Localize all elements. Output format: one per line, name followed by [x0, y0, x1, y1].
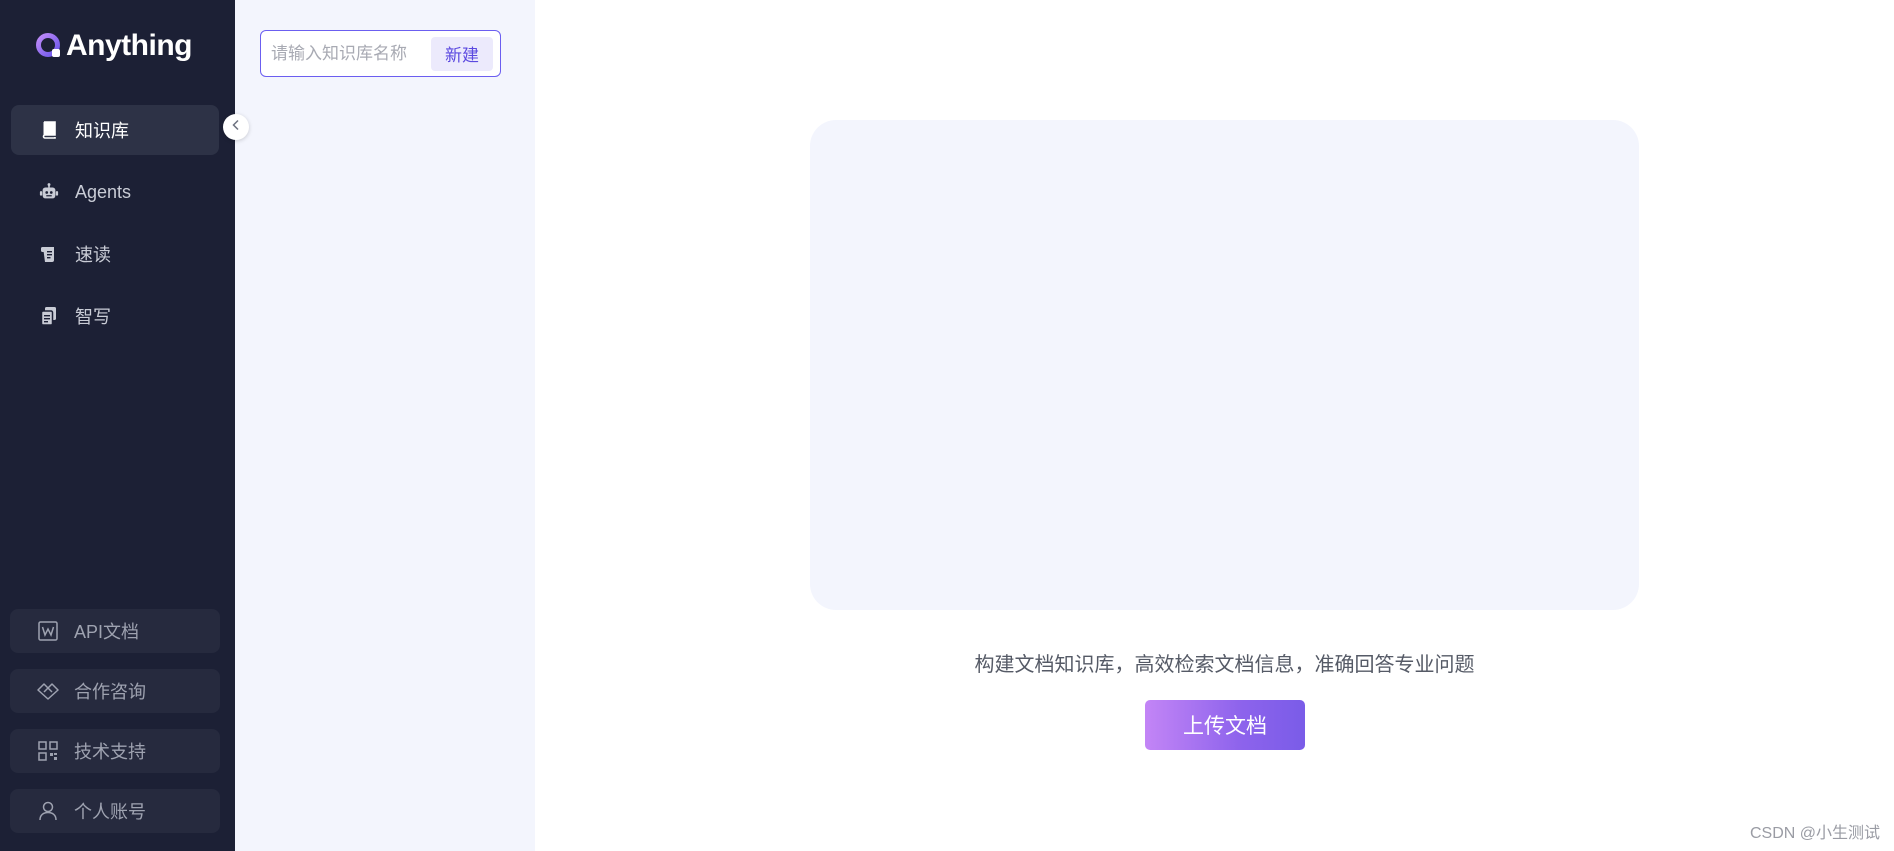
user-icon — [37, 800, 59, 822]
sidebar-item-label: 技术支持 — [74, 742, 146, 762]
knowledge-base-name-input[interactable] — [271, 43, 431, 64]
robot-icon — [39, 182, 59, 202]
collapse-sidebar-button[interactable] — [223, 114, 249, 140]
sidebar-item-label: 个人账号 — [74, 802, 146, 822]
sidebar-item-label: Agents — [75, 181, 132, 202]
sidebar-item-label: 速读 — [75, 245, 111, 265]
main-nav: 知识库 Agents 速读 智写 — [11, 105, 219, 353]
sidebar-item-label: 知识库 — [75, 121, 129, 141]
new-knowledge-base-button[interactable]: 新建 — [431, 36, 493, 71]
qrcode-icon — [37, 740, 59, 762]
sidebar-item-smart-write[interactable]: 智写 — [11, 291, 219, 341]
sidebar-item-label: API文档 — [74, 622, 140, 642]
chevron-left-icon — [231, 118, 241, 136]
handshake-icon — [37, 680, 59, 702]
sidebar-item-label: 智写 — [75, 307, 111, 327]
sidebar: Anything 知识库 Agents 速读 智写 API文档 合作咨询 技术支… — [0, 0, 235, 851]
watermark: CSDN @小生测试 — [1749, 825, 1880, 842]
logo-icon — [36, 33, 62, 59]
sidebar-item-account[interactable]: 个人账号 — [10, 789, 220, 833]
upload-document-button[interactable]: 上传文档 — [1145, 700, 1305, 750]
knowledge-base-panel: 新建 — [235, 0, 535, 851]
logo[interactable]: Anything — [36, 28, 192, 64]
documents-icon — [39, 306, 59, 326]
knowledge-base-create-box: 新建 — [260, 30, 501, 77]
book-icon — [39, 120, 59, 140]
sidebar-item-speed-read[interactable]: 速读 — [11, 229, 219, 279]
scroll-icon — [39, 244, 59, 264]
word-doc-icon — [37, 620, 59, 642]
main-content: 构建文档知识库，高效检索文档信息，准确回答专业问题 上传文档 — [535, 0, 1894, 851]
sidebar-item-tech-support[interactable]: 技术支持 — [10, 729, 220, 773]
preview-card — [810, 120, 1639, 610]
sidebar-item-agents[interactable]: Agents — [11, 167, 219, 217]
bottom-nav: API文档 合作咨询 技术支持 个人账号 — [10, 609, 220, 849]
sidebar-item-label: 合作咨询 — [74, 682, 146, 702]
logo-text: Anything — [66, 29, 192, 62]
app-window: Anything 知识库 Agents 速读 智写 API文档 合作咨询 技术支… — [0, 0, 1894, 851]
sidebar-item-cooperation[interactable]: 合作咨询 — [10, 669, 220, 713]
empty-state-hint: 构建文档知识库，高效检索文档信息，准确回答专业问题 — [974, 654, 1475, 676]
sidebar-item-api-docs[interactable]: API文档 — [10, 609, 220, 653]
sidebar-item-knowledge-base[interactable]: 知识库 — [11, 105, 219, 155]
